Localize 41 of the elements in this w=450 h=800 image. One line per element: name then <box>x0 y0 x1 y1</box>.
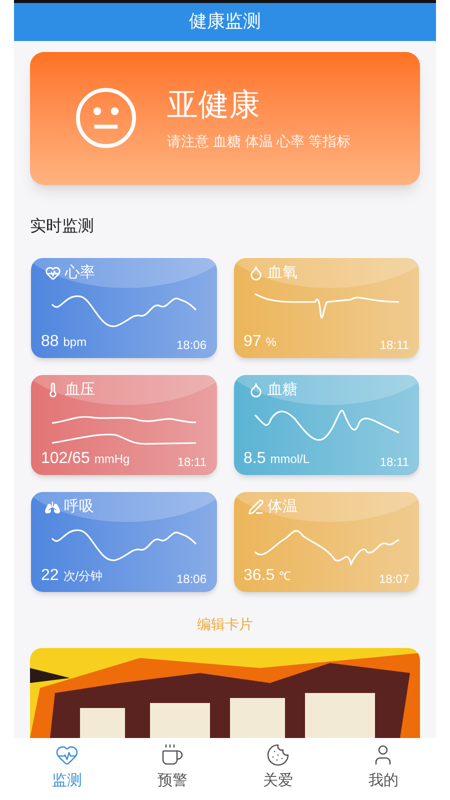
metric-time: 18:11 <box>380 337 409 354</box>
metric-time: 18:06 <box>176 571 206 588</box>
metric-name: 血压 <box>65 380 95 400</box>
drop-icon <box>248 265 264 282</box>
tab-item[interactable]: 监测 <box>14 738 120 800</box>
metric-card[interactable]: 心率 88 bpm 18:06 <box>31 258 216 358</box>
metric-time: 18:11 <box>177 454 206 472</box>
tab-item[interactable]: 预警 <box>120 738 225 800</box>
cup-icon <box>160 743 184 767</box>
metric-name: 体温 <box>268 497 298 518</box>
metric-value: 102/65 mmHg <box>41 449 130 470</box>
drop-icon <box>248 382 264 398</box>
status-title: 亚健康 <box>167 86 261 124</box>
metric-value: 88 bpm <box>41 332 87 352</box>
metric-card[interactable]: 呼吸 22 次/分钟 18:06 <box>31 492 216 592</box>
metric-card[interactable]: 血糖 8.5 mmol/L 18:11 <box>234 375 419 476</box>
heart-pulse-icon <box>54 743 79 767</box>
metric-name: 血糖 <box>268 380 298 400</box>
edit-cards-link[interactable]: 编辑卡片 <box>197 614 253 636</box>
metric-name: 呼吸 <box>64 497 94 518</box>
pen-icon <box>248 499 264 516</box>
metric-card[interactable]: 体温 36.5 ℃ 18:07 <box>234 492 419 592</box>
metric-time: 18:06 <box>176 337 206 354</box>
metric-value: 36.5 ℃ <box>244 566 292 586</box>
tab-item[interactable]: 我的 <box>330 738 436 800</box>
metric-card[interactable]: 血氧 97 % 18:11 <box>234 258 419 358</box>
metric-card[interactable]: 血压 102/65 mmHg 18:11 <box>31 375 216 476</box>
metric-value: 22 次/分钟 <box>41 566 103 586</box>
section-title: 实时监测 <box>30 216 95 238</box>
page-title: 健康监测 <box>189 10 261 34</box>
metric-time: 18:07 <box>378 571 409 588</box>
heart-pulse-icon <box>45 265 61 282</box>
metric-value: 8.5 mmol/L <box>244 449 310 470</box>
metric-name: 心率 <box>65 263 95 284</box>
neutral-face-icon <box>75 87 137 150</box>
status-subtitle: 请注意 血糖 体温 心率 等指标 <box>167 132 351 151</box>
metric-value: 97 % <box>244 332 276 352</box>
tab-item[interactable]: 关爱 <box>225 738 330 800</box>
metric-time: 18:11 <box>380 454 409 472</box>
metric-name: 血氧 <box>268 263 298 284</box>
lungs-icon <box>45 500 60 515</box>
